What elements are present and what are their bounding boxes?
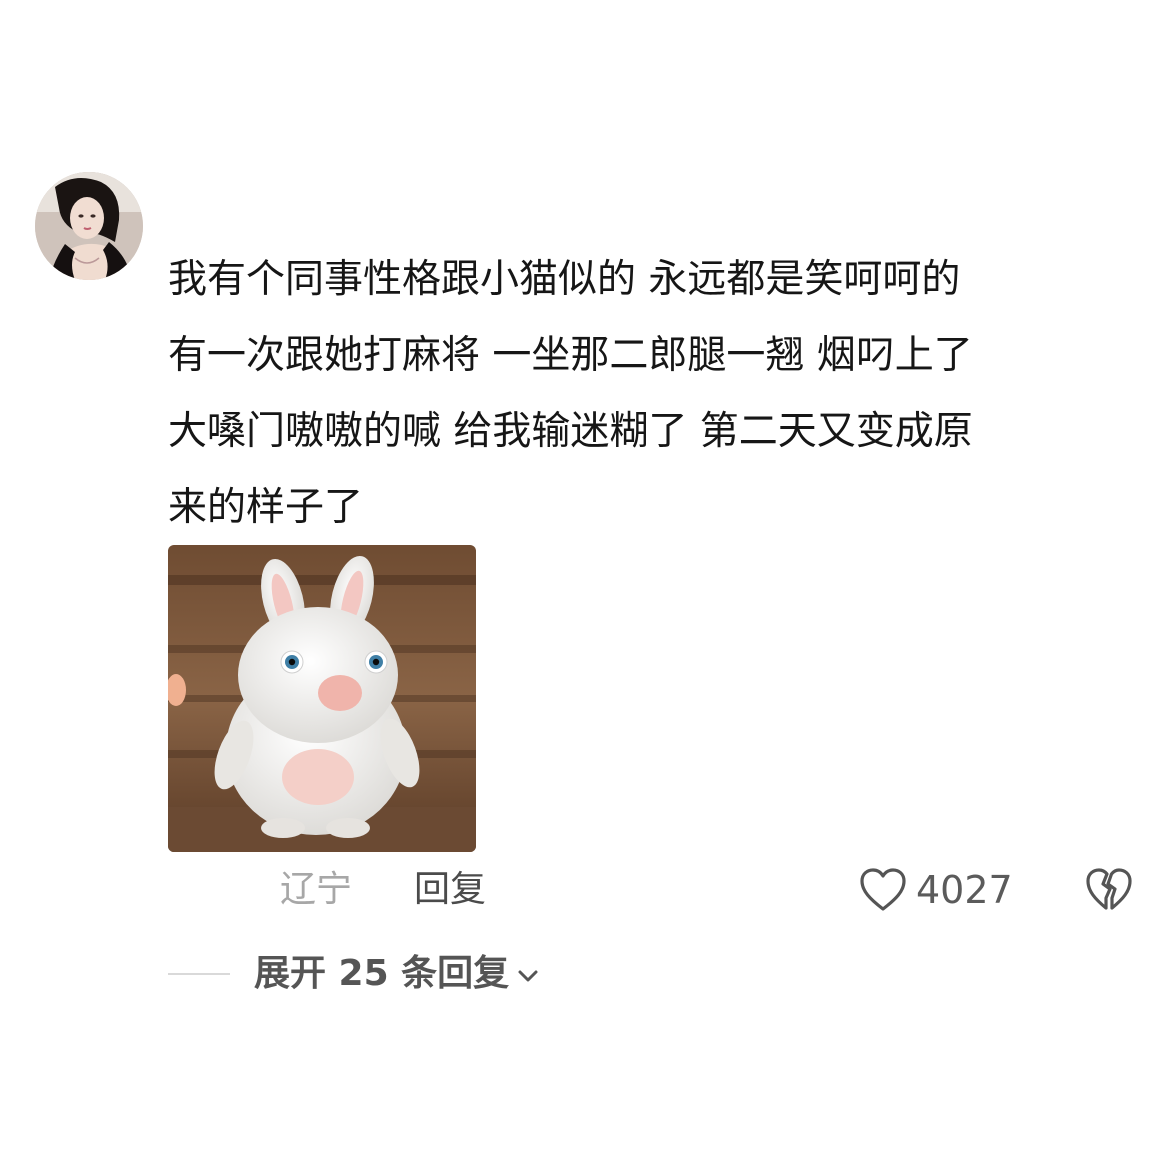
white-rabbit-sticker-icon bbox=[168, 545, 476, 852]
page: 我有个同事性格跟小猫似的 永远都是笑呵呵的 有一次跟她打麻将 一坐那二郎腿一翘 … bbox=[0, 0, 1170, 1170]
chevron-down-icon bbox=[518, 970, 538, 982]
heart-outline-icon bbox=[860, 868, 906, 911]
expand-replies-label: 展开 25 条回复 bbox=[254, 953, 510, 994]
reply-button[interactable]: 回复 bbox=[414, 866, 486, 914]
ip-location: 辽宁 bbox=[280, 869, 353, 910]
comment-meta-row: 辽宁 回复 4027 bbox=[0, 862, 1170, 922]
dislike-button[interactable] bbox=[1084, 864, 1134, 916]
like-count: 4027 bbox=[916, 868, 1013, 912]
comment-text-line: 来的样子了 bbox=[168, 485, 364, 530]
comment-text-line: 我有个同事性格跟小猫似的 永远都是笑呵呵的 bbox=[168, 257, 961, 302]
like-button[interactable]: 4027 bbox=[858, 864, 1013, 916]
comment-item: 我有个同事性格跟小猫似的 永远都是笑呵呵的 有一次跟她打麻将 一坐那二郎腿一翘 … bbox=[0, 0, 1170, 1170]
comment-text: 我有个同事性格跟小猫似的 永远都是笑呵呵的 有一次跟她打麻将 一坐那二郎腿一翘 … bbox=[168, 242, 1128, 546]
divider-line bbox=[168, 973, 230, 975]
avatar-portrait-icon bbox=[35, 172, 143, 280]
comment-text-line: 有一次跟她打麻将 一坐那二郎腿一翘 烟叼上了 bbox=[168, 333, 973, 378]
broken-heart-icon bbox=[1086, 868, 1132, 910]
expand-replies-button[interactable]: 展开 25 条回复 bbox=[254, 950, 539, 998]
expand-replies-row: 展开 25 条回复 bbox=[168, 946, 539, 1002]
user-avatar[interactable] bbox=[35, 172, 143, 280]
comment-sticker-image[interactable] bbox=[168, 545, 476, 852]
comment-text-line: 大嗓门嗷嗷的喊 给我输迷糊了 第二天又变成原 bbox=[168, 409, 973, 454]
